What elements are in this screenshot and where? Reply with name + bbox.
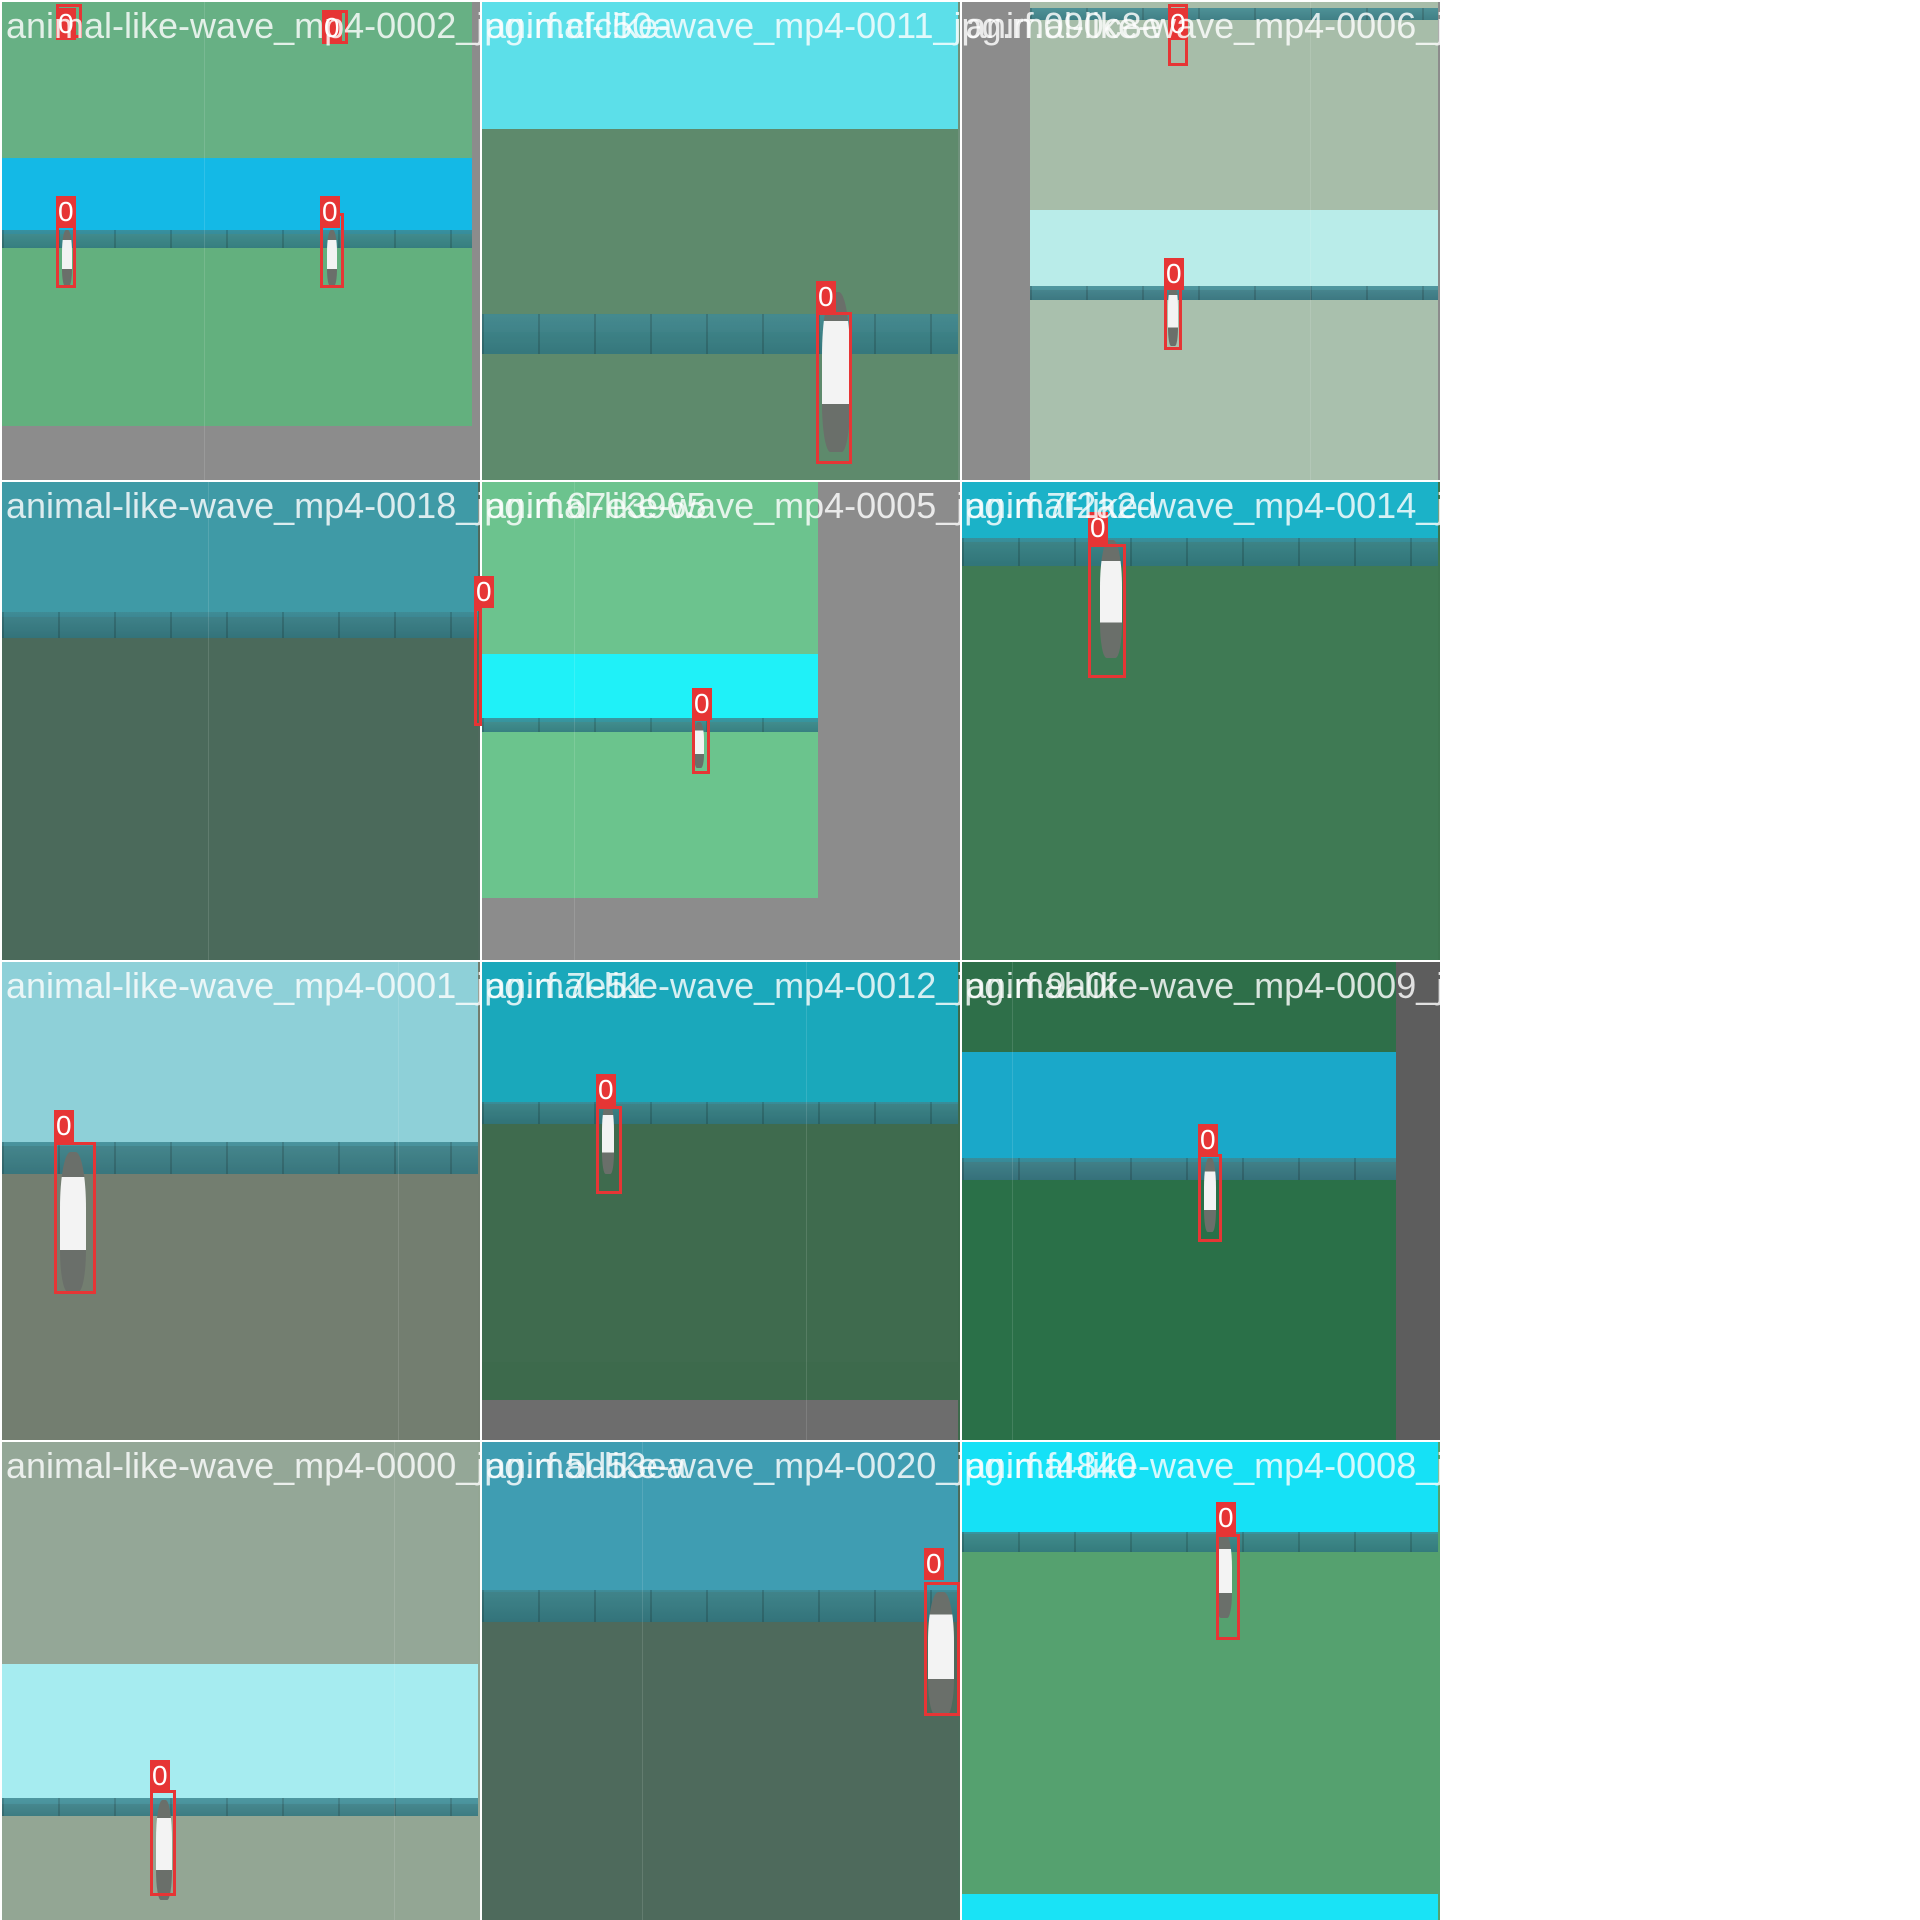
class-label-badge: 0 [1216, 1502, 1236, 1534]
fence [962, 538, 1438, 566]
tile-caption: animal-like-wave_mp4-0008_jpg.rf.3b0daf4 [966, 1445, 1657, 1486]
mosaic-tile [2, 482, 480, 960]
mosaic-tile [962, 482, 1440, 960]
detection-box [150, 1790, 176, 1896]
detection-box [54, 1142, 96, 1294]
detection-box [474, 608, 482, 726]
mosaic-seam [208, 482, 209, 960]
scene-sky [482, 654, 818, 722]
scene-ground [962, 1550, 1438, 1894]
detection-box [1198, 1154, 1222, 1242]
scene-sky [1030, 210, 1438, 290]
mosaic-seam [574, 482, 575, 960]
scene-sky [482, 129, 958, 315]
tile-caption: animal-like-wave_mp4-0009_jpg.rf.bb2cf27 [966, 965, 1655, 1006]
scene-ground [962, 564, 1438, 960]
scene-sky [962, 1052, 1396, 1162]
class-label-badge: 0 [320, 196, 340, 228]
scene-ground [482, 1122, 958, 1362]
scene-ground [482, 332, 958, 480]
scene-ground [1030, 300, 1438, 480]
detection-box [816, 312, 852, 464]
mosaic-tile [482, 482, 960, 960]
class-label-badge: 0 [56, 196, 76, 228]
class-label-badge: 0 [474, 576, 494, 608]
detection-box [924, 1582, 960, 1716]
fence [482, 718, 818, 732]
class-label-badge: 0 [1164, 258, 1184, 290]
class-label-badge: 0 [150, 1760, 170, 1792]
fence [482, 1102, 958, 1124]
mosaic-tile [482, 2, 960, 480]
mosaic-tile [482, 1442, 960, 1920]
scene-sky [2, 1664, 478, 1804]
mosaic-seam [1012, 962, 1013, 1440]
fence [482, 1590, 958, 1622]
scene-ground [482, 1620, 958, 1920]
mosaic-seam [642, 1442, 643, 1920]
mosaic-seam [398, 962, 399, 1440]
mosaic-seam [1310, 2, 1311, 480]
mosaic-seam [394, 1442, 395, 1920]
fence [2, 1798, 478, 1816]
class-label-badge: 0 [596, 1074, 616, 1106]
detection-box [1216, 1534, 1240, 1640]
fence [482, 314, 958, 354]
fence [2, 612, 478, 638]
tile-caption: animal-like-wave_mp4-0006_jpg.rf.42e3b94 [966, 5, 1667, 46]
mosaic-tile [962, 2, 1440, 480]
scene-ground [962, 1180, 1396, 1440]
class-label-badge: 0 [924, 1548, 944, 1580]
mosaic-tile [962, 1442, 1440, 1920]
fence [962, 1158, 1396, 1180]
scene-padding [482, 1400, 958, 1440]
detection-box [692, 718, 710, 774]
mosaic-seam [204, 2, 205, 480]
fence [962, 1532, 1438, 1552]
class-label-badge: 0 [692, 688, 712, 720]
mosaic-grid: 0 0 0 0 0 0 0 0 0 0 0 0 0 0 0 0 animal-l… [0, 0, 1920, 1920]
mosaic-tile [2, 1442, 480, 1920]
class-label-badge: 0 [1198, 1124, 1218, 1156]
class-label-badge: 0 [54, 1110, 74, 1142]
tile-caption: animal-like-wave_mp4-0014_jpg.rf.1d47036 [966, 485, 1667, 526]
class-label-badge: 0 [816, 281, 836, 313]
mosaic-seam [806, 962, 807, 1440]
detection-box [596, 1106, 622, 1194]
scene-ground [2, 637, 478, 960]
scene-sky [962, 1894, 1438, 1920]
scene-ground [2, 1814, 478, 1920]
detection-box [1088, 544, 1126, 678]
mosaic-tile [482, 962, 960, 1440]
scene-ground [482, 722, 818, 898]
fence [1030, 286, 1438, 300]
